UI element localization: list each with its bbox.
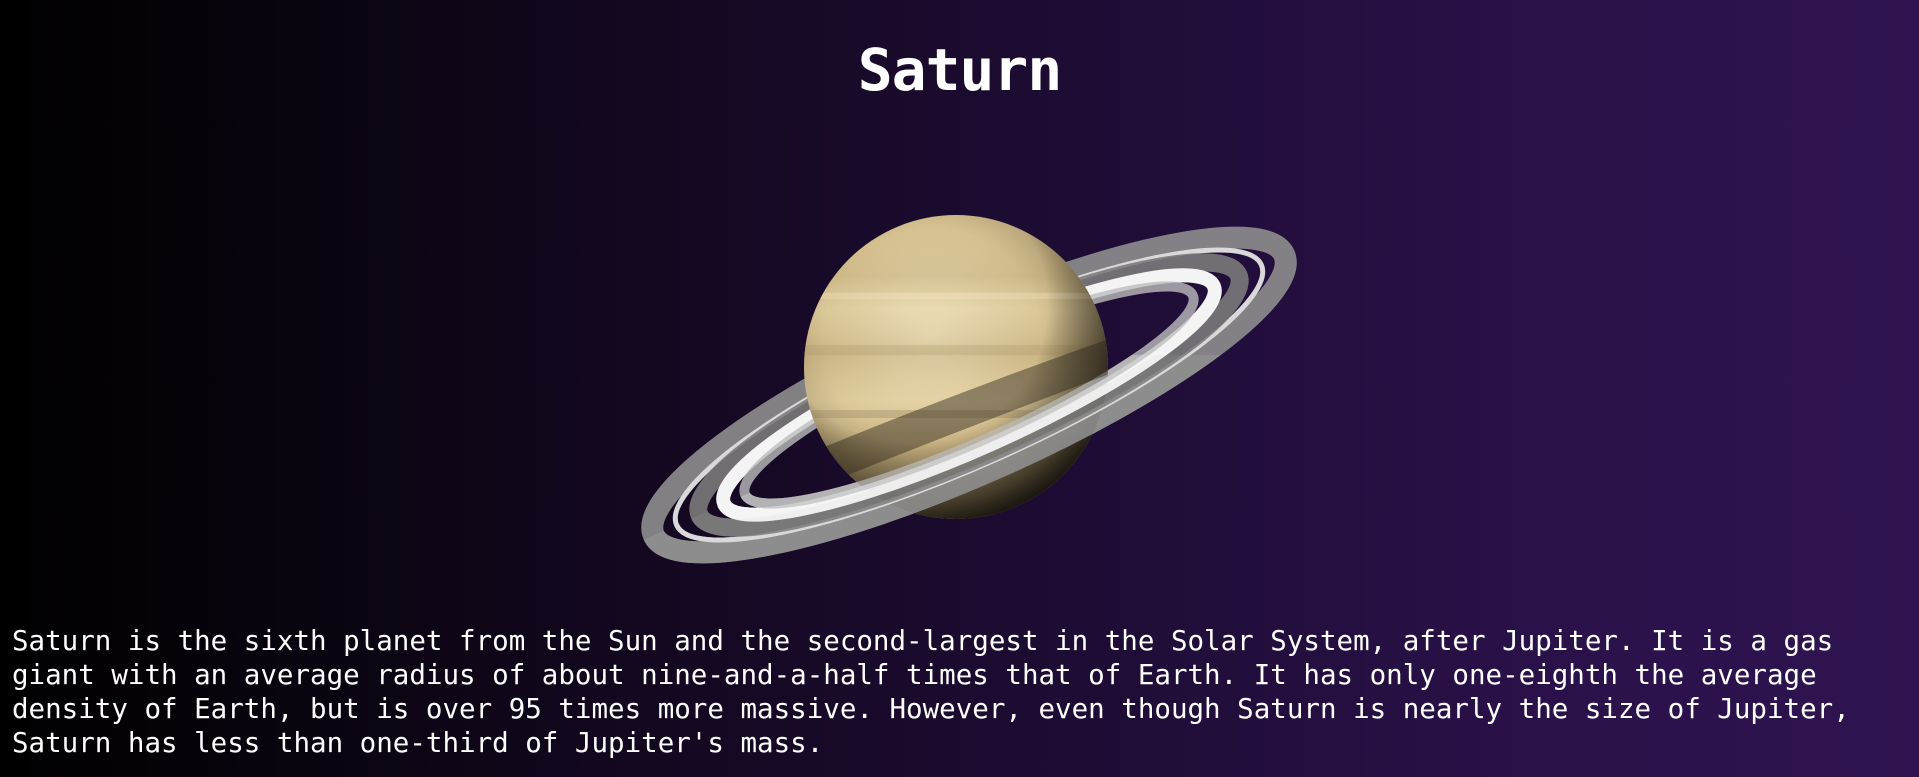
planet-description: Saturn is the sixth planet from the Sun …	[12, 625, 1850, 759]
saturn-image	[620, 205, 1320, 585]
page-title: Saturn	[857, 36, 1063, 104]
